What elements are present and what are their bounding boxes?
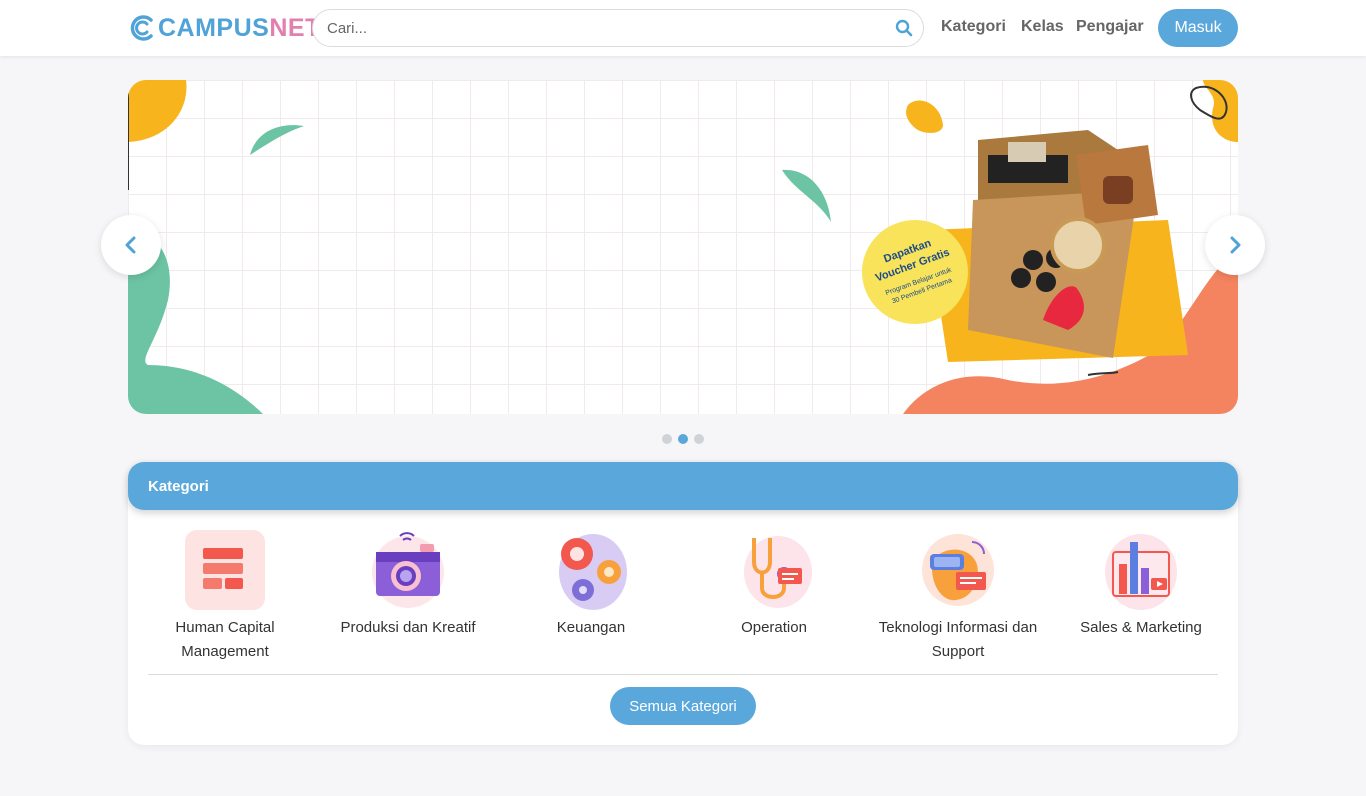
category-label: Produksi dan Kreatif [340,619,476,636]
search-bar [312,9,924,47]
login-button[interactable]: Masuk [1158,9,1238,47]
category-item-teknologi[interactable]: Teknologi Informasi dan Support [878,528,1038,664]
category-card: Kategori Human Capital Management Produk… [128,462,1238,745]
all-categories-button[interactable]: Semua Kategori [610,687,756,725]
category-label: Sales & Marketing [1080,619,1202,636]
marketing-chart-icon [1099,528,1183,612]
carousel-dot-1[interactable] [662,434,672,444]
nav-kelas[interactable]: Kelas [1021,18,1064,36]
category-item-operation[interactable]: Operation [694,528,854,640]
category-header: Kategori [128,462,1238,510]
search-input[interactable] [327,10,887,46]
category-title: Kategori [148,478,209,495]
category-item-produksi[interactable]: Produksi dan Kreatif [328,528,488,640]
category-item-human-capital[interactable]: Human Capital Management [145,528,305,664]
category-item-sales-marketing[interactable]: Sales & Marketing [1061,528,1221,640]
carousel-indicators [662,434,704,444]
navbar: CAMPUSNET Kategori Kelas Pengajar Masuk [0,0,1366,56]
category-label: Keuangan [556,619,626,636]
nav-pengajar[interactable]: Pengajar [1076,18,1144,36]
category-label: Teknologi Informasi dan Support [878,619,1038,660]
camera-icon [366,528,450,612]
carousel-next-button[interactable] [1205,215,1265,275]
category-label: Human Capital Management [175,619,275,660]
banner-illustration: Dapatkan Voucher Gratis Program Belajar … [128,80,1238,414]
vr-headset-icon [916,528,1000,612]
chevron-right-icon [1230,236,1241,254]
category-label: Operation [741,619,807,636]
nav-kategori[interactable]: Kategori [941,18,1006,36]
search-icon[interactable] [895,19,913,37]
gears-icon [549,528,633,612]
logo-text: CAMPUSNET [158,14,321,42]
carousel-prev-button[interactable] [101,215,161,275]
promo-banner[interactable]: Dapatkan Voucher Gratis Program Belajar … [128,80,1238,414]
carousel-dot-2[interactable] [678,434,688,444]
divider [148,674,1218,675]
carousel-dot-3[interactable] [694,434,704,444]
chevron-left-icon [125,236,136,254]
stethoscope-icon [732,528,816,612]
category-item-keuangan[interactable]: Keuangan [511,528,671,640]
campusnet-logo-icon [130,15,153,41]
logo[interactable]: CAMPUSNET [127,12,321,44]
grid-icon [183,528,267,612]
